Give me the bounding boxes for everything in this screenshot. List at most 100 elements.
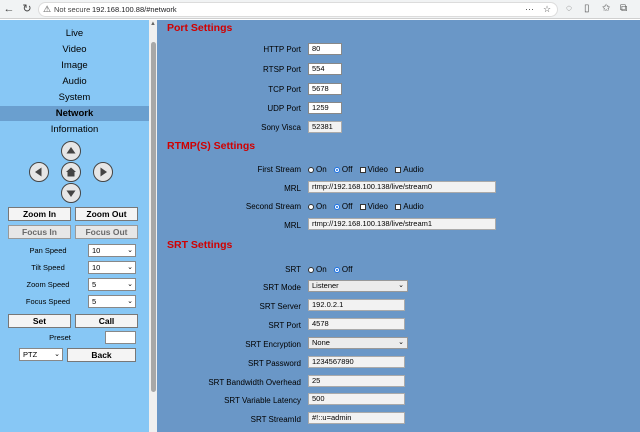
chevron-down-icon: ⌄ — [398, 339, 404, 346]
preset-input[interactable] — [105, 331, 136, 344]
first-stream-on-radio[interactable]: On — [308, 165, 327, 174]
focus-speed-select[interactable]: 5 ⌄ — [88, 295, 136, 308]
reload-icon[interactable]: ↻ — [20, 2, 34, 16]
second-stream-label: Second Stream — [245, 202, 301, 211]
srt-port-input[interactable]: 4578 — [308, 318, 405, 330]
srt-password-label: SRT Password — [247, 359, 301, 368]
menu-item-image[interactable]: Image — [0, 58, 149, 73]
mrl2-label: MRL — [284, 221, 301, 230]
srt-streamid-label: SRT StreamId — [250, 415, 301, 424]
collections-icon[interactable]: ⧉ — [620, 2, 627, 16]
split-view-icon[interactable]: ▯ — [584, 2, 590, 16]
srt-encryption-value: None — [312, 338, 330, 347]
chevron-down-icon: ⌄ — [127, 281, 133, 288]
first-stream-video-checkbox[interactable]: Video — [359, 165, 388, 174]
ptz-down-button[interactable] — [61, 183, 81, 203]
arrow-right-icon — [100, 167, 107, 177]
ptz-up-button[interactable] — [61, 141, 81, 161]
sidebar: Live Video Image Audio System Network In… — [0, 20, 149, 432]
favorites-icon[interactable]: ✩ — [602, 2, 610, 16]
ptz-home-button[interactable] — [61, 162, 81, 182]
pan-speed-select[interactable]: 10 ⌄ — [88, 244, 136, 257]
srt-overhead-label: SRT Bandwidth Overhead — [208, 378, 301, 387]
scrollbar-thumb[interactable] — [150, 42, 156, 392]
menu-item-audio[interactable]: Audio — [0, 74, 149, 89]
http-port-input[interactable]: 80 — [308, 43, 342, 55]
second-stream-video-checkbox[interactable]: Video — [359, 202, 388, 211]
address-bar[interactable]: ⚠ Not secure 192.168.100.88/#network ⋯ ☆ — [38, 2, 558, 17]
srt-encryption-select[interactable]: None ⌄ — [308, 337, 408, 349]
srt-mode-select[interactable]: Listener ⌄ — [308, 280, 408, 292]
menu-item-system[interactable]: System — [0, 90, 149, 105]
chevron-down-icon: ⌄ — [127, 264, 133, 271]
arrow-down-icon — [66, 190, 76, 197]
srt-options: On Off — [308, 265, 357, 274]
rtsp-port-label: RTSP Port — [263, 65, 301, 74]
pan-speed-value: 10 — [92, 246, 101, 255]
rtsp-port-input[interactable]: 554 — [308, 63, 342, 75]
zoom-in-button[interactable]: Zoom In — [8, 207, 71, 221]
focus-out-button[interactable]: Focus Out — [75, 225, 138, 239]
second-stream-options: On Off Video Audio — [308, 202, 429, 211]
arrow-up-icon — [66, 147, 76, 154]
mrl1-input[interactable]: rtmp://192.168.100.138/live/stream0 — [308, 181, 496, 193]
scroll-up-icon[interactable]: ▲ — [150, 21, 156, 27]
srt-port-label: SRT Port — [268, 321, 301, 330]
sony-visca-input[interactable]: 52381 — [308, 121, 342, 133]
ptz-right-button[interactable] — [93, 162, 113, 182]
pan-speed-label: Pan Speed — [29, 246, 67, 255]
tilt-speed-select[interactable]: 10 ⌄ — [88, 261, 136, 274]
focus-in-button[interactable]: Focus In — [8, 225, 71, 239]
mrl1-label: MRL — [284, 184, 301, 193]
srt-on-radio[interactable]: On — [308, 265, 327, 274]
tcp-port-input[interactable]: 5678 — [308, 83, 342, 95]
preset-call-button[interactable]: Call — [75, 314, 138, 328]
second-stream-off-radio[interactable]: Off — [333, 202, 352, 211]
udp-port-input[interactable]: 1259 — [308, 102, 342, 114]
vertical-scrollbar[interactable]: ▲ — [149, 20, 157, 432]
menu-item-live[interactable]: Live — [0, 26, 149, 41]
srt-overhead-input[interactable]: 25 — [308, 375, 405, 387]
back-button[interactable]: Back — [67, 348, 136, 362]
srt-streamid-input[interactable]: #!::u=admin — [308, 412, 405, 424]
zoom-out-button[interactable]: Zoom Out — [75, 207, 138, 221]
menu-item-video[interactable]: Video — [0, 42, 149, 57]
arrow-left-icon — [35, 167, 42, 177]
rtmp-settings-title: RTMP(S) Settings — [167, 140, 256, 152]
mrl2-input[interactable]: rtmp://192.168.100.138/live/stream1 — [308, 218, 496, 230]
menu-item-information[interactable]: Information — [0, 122, 149, 137]
zoom-speed-select[interactable]: 5 ⌄ — [88, 278, 136, 291]
first-stream-audio-checkbox[interactable]: Audio — [395, 165, 424, 174]
chevron-down-icon: ⌄ — [127, 247, 133, 254]
srt-settings-title: SRT Settings — [167, 239, 233, 251]
tilt-speed-label: Tilt Speed — [31, 263, 65, 272]
srt-server-input[interactable]: 192.0.2.1 — [308, 299, 405, 311]
back-arrow-icon[interactable]: ← — [2, 2, 16, 16]
chevron-down-icon: ⌄ — [127, 298, 133, 305]
browser-toolbar: ← ↻ ⚠ Not secure 192.168.100.88/#network… — [0, 0, 640, 19]
srt-encryption-label: SRT Encryption — [245, 340, 301, 349]
url-text[interactable]: 192.168.100.88/#network — [92, 5, 177, 14]
tcp-port-label: TCP Port — [268, 85, 301, 94]
bookmark-star-icon[interactable]: ☆ — [543, 4, 551, 15]
menu-item-network[interactable]: Network — [0, 106, 149, 121]
focus-speed-value: 5 — [92, 297, 97, 306]
second-stream-audio-checkbox[interactable]: Audio — [395, 202, 424, 211]
srt-mode-value: Listener — [312, 281, 339, 290]
sony-visca-label: Sony Visca — [261, 123, 301, 132]
extension-icon[interactable]: ◌ — [566, 2, 572, 16]
zoom-speed-value: 5 — [92, 280, 97, 289]
srt-mode-label: SRT Mode — [263, 283, 301, 292]
preset-set-button[interactable]: Set — [8, 314, 71, 328]
udp-port-label: UDP Port — [267, 104, 301, 113]
more-options-icon[interactable]: ⋯ — [525, 4, 534, 15]
srt-latency-input[interactable]: 500 — [308, 393, 405, 405]
ptz-mode-select[interactable]: PTZ ⌄ — [19, 348, 63, 361]
second-stream-on-radio[interactable]: On — [308, 202, 327, 211]
first-stream-off-radio[interactable]: Off — [333, 165, 352, 174]
srt-password-input[interactable]: 1234567890 — [308, 356, 405, 368]
preset-label: Preset — [49, 333, 71, 342]
srt-off-radio[interactable]: Off — [333, 265, 352, 274]
ptz-left-button[interactable] — [29, 162, 49, 182]
security-label: Not secure — [54, 5, 91, 14]
